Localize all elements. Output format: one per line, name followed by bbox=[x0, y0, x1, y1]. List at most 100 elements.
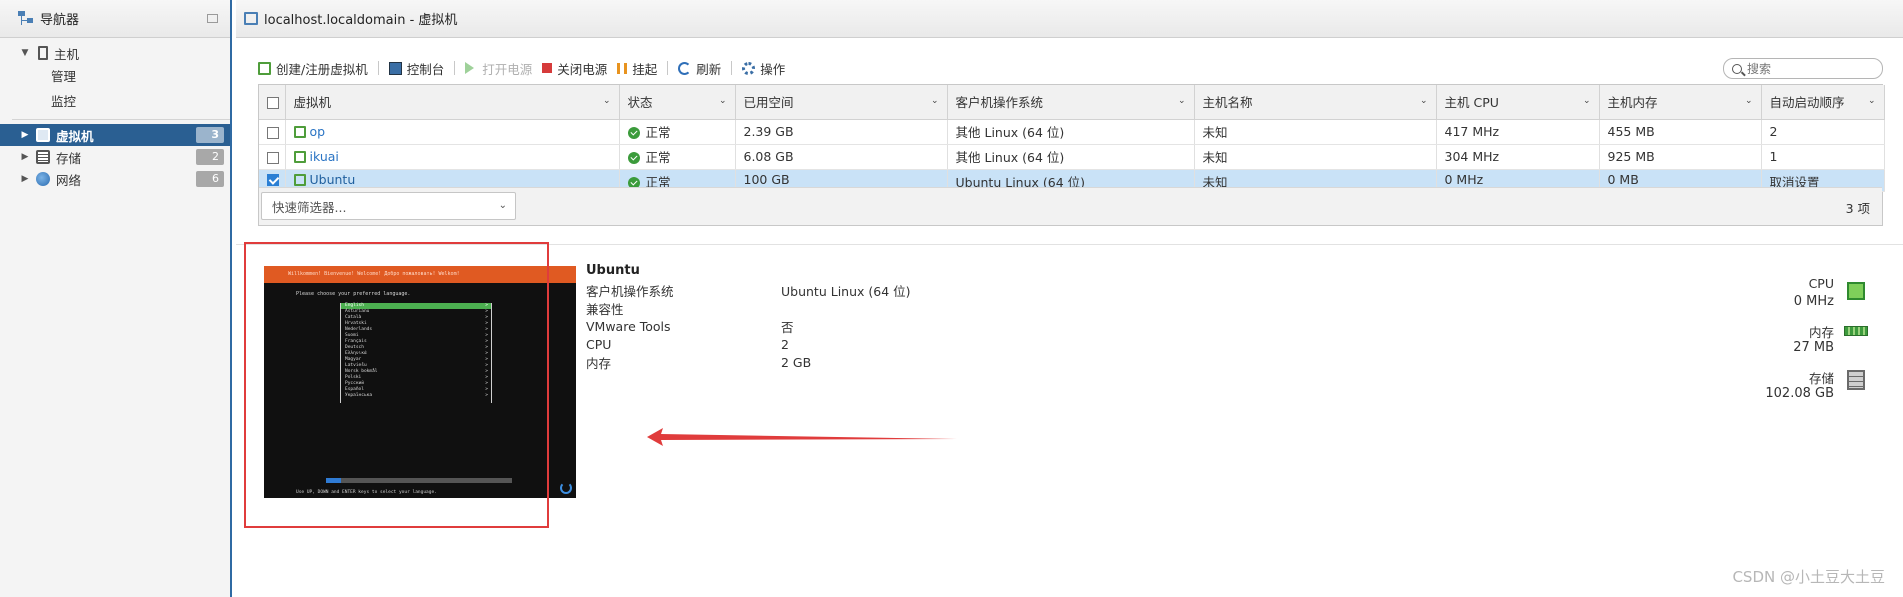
column-header[interactable]: 客户机操作系统 ⌄ bbox=[947, 85, 1195, 120]
play-icon bbox=[465, 62, 475, 74]
expand-right-icon[interactable]: ▶ bbox=[20, 152, 30, 162]
memory-module-icon bbox=[1844, 326, 1868, 336]
quick-filter-label: 快速筛选器... bbox=[272, 199, 347, 215]
detail-key: CPU bbox=[586, 336, 612, 352]
console-button[interactable]: 控制台 bbox=[388, 59, 455, 78]
create-vm-icon bbox=[258, 61, 271, 75]
expand-down-icon[interactable]: ▼ bbox=[20, 48, 30, 58]
console-label: 控制台 bbox=[406, 61, 445, 77]
pause-icon bbox=[617, 62, 628, 74]
table-row[interactable]: op 正常 2.39 GB 其他 Linux (64 位) 未知 417 MHz… bbox=[259, 119, 1885, 145]
chevron-down-icon[interactable]: ⌄ bbox=[1178, 96, 1186, 106]
detail-row: 兼容性 bbox=[586, 299, 911, 317]
mem-cell: 455 MB bbox=[1599, 119, 1762, 145]
create-vm-button[interactable]: 创建/注册虚拟机 bbox=[258, 59, 378, 78]
chevron-down-icon[interactable]: ⌄ bbox=[1583, 96, 1591, 106]
detail-value: 否 bbox=[781, 319, 794, 335]
column-header[interactable]: 主机内存 ⌄ bbox=[1599, 85, 1762, 120]
collapse-icon[interactable] bbox=[207, 14, 218, 23]
storage-stat: 存储 102.08 GB bbox=[1684, 368, 1884, 408]
tree-item-network[interactable]: ▶ 网络 6 bbox=[0, 168, 230, 190]
tree-item-storage[interactable]: ▶ 存储 2 bbox=[0, 146, 230, 168]
detail-value: 2 GB bbox=[781, 354, 812, 370]
search-box[interactable] bbox=[1723, 58, 1883, 79]
cpu-cell: 417 MHz bbox=[1436, 119, 1600, 145]
tree-item-vms[interactable]: ▶ 虚拟机 3 bbox=[0, 124, 230, 146]
navigator-icon bbox=[18, 10, 34, 27]
highlight-box bbox=[244, 242, 549, 528]
select-all-cell[interactable] bbox=[259, 85, 286, 120]
column-header[interactable]: 主机名称 ⌄ bbox=[1194, 85, 1437, 120]
toolbar-separator bbox=[377, 61, 379, 75]
vm-name-link[interactable]: op bbox=[310, 124, 326, 139]
power-off-button[interactable]: 关闭电源 bbox=[542, 59, 617, 78]
actions-button[interactable]: 操作 bbox=[742, 59, 795, 78]
vm-name-cell[interactable]: op bbox=[285, 119, 620, 145]
column-header[interactable]: 主机 CPU ⌄ bbox=[1436, 85, 1600, 120]
search-input[interactable] bbox=[1747, 61, 1867, 76]
table-row[interactable]: ikuai 正常 6.08 GB 其他 Linux (64 位) 未知 304 … bbox=[259, 144, 1885, 170]
vm-icon bbox=[293, 126, 306, 138]
storage-drive-icon bbox=[1847, 370, 1865, 390]
cpu-cell: 304 MHz bbox=[1436, 144, 1600, 170]
select-all-checkbox[interactable] bbox=[267, 96, 279, 109]
status-cell: 正常 bbox=[619, 119, 736, 145]
row-select-cell[interactable] bbox=[259, 119, 286, 145]
expand-right-icon[interactable]: ▶ bbox=[20, 130, 30, 140]
tree-item-vms-label: 虚拟机 bbox=[56, 128, 94, 144]
cpu-stat-label: CPU bbox=[1808, 276, 1834, 291]
vm-name-link[interactable]: ikuai bbox=[310, 149, 339, 164]
refresh-button[interactable]: 刷新 bbox=[678, 59, 731, 78]
memory-stat-value: 27 MB bbox=[1793, 340, 1834, 355]
chevron-down-icon[interactable]: ⌄ bbox=[931, 96, 939, 106]
chevron-down-icon[interactable]: ⌄ bbox=[1868, 96, 1876, 106]
refresh-icon[interactable] bbox=[560, 482, 572, 494]
row-checkbox[interactable] bbox=[267, 126, 279, 139]
expand-right-icon[interactable]: ▶ bbox=[20, 174, 30, 184]
vm-name-link[interactable]: Ubuntu bbox=[310, 172, 356, 187]
tree-item-monitor[interactable]: 监控 bbox=[0, 89, 230, 111]
network-icon bbox=[36, 172, 50, 186]
tree-item-host[interactable]: ▼ 主机 bbox=[0, 42, 230, 64]
space-cell: 6.08 GB bbox=[735, 144, 948, 170]
tree-item-monitor-label: 监控 bbox=[51, 93, 77, 109]
toolbar-separator bbox=[731, 61, 733, 75]
chevron-down-icon[interactable]: ⌄ bbox=[719, 96, 727, 106]
column-header[interactable]: 状态 ⌄ bbox=[619, 85, 736, 120]
status-text: 正常 bbox=[645, 125, 671, 140]
detail-key: 内存 bbox=[586, 355, 612, 371]
arrow-shape bbox=[647, 428, 957, 446]
toolbar: 创建/注册虚拟机 控制台 打开电源 关闭电源 挂起 刷新 操作 bbox=[258, 58, 795, 78]
stop-icon bbox=[542, 63, 553, 73]
row-checkbox-checked[interactable] bbox=[267, 174, 279, 186]
chevron-down-icon[interactable]: ⌄ bbox=[1745, 96, 1753, 106]
host-icon bbox=[38, 46, 48, 60]
suspend-button[interactable]: 挂起 bbox=[617, 59, 667, 78]
vm-details-title: Ubuntu bbox=[586, 263, 640, 278]
page-title: localhost.localdomain - 虚拟机 bbox=[264, 13, 458, 28]
tree-item-manage-label: 管理 bbox=[51, 68, 77, 84]
quick-filter-dropdown[interactable]: 快速筛选器... ⌄ bbox=[261, 192, 516, 220]
suspend-label: 挂起 bbox=[632, 61, 658, 77]
column-header[interactable]: 已用空间 ⌄ bbox=[735, 85, 948, 120]
power-on-button[interactable]: 打开电源 bbox=[465, 59, 542, 78]
vm-name-cell[interactable]: ikuai bbox=[285, 144, 620, 170]
main-panel: localhost.localdomain - 虚拟机 创建/注册虚拟机 控制台… bbox=[236, 0, 1903, 597]
chevron-down-icon[interactable]: ⌄ bbox=[603, 96, 611, 106]
storage-icon bbox=[36, 150, 50, 164]
navigator-panel: 导航器 ▼ 主机 管理 监控 ▶ 虚拟机 3 ▶ 存储 2 ▶ 网络 6 bbox=[0, 0, 232, 597]
tree-item-manage[interactable]: 管理 bbox=[0, 64, 230, 86]
host-cell: 未知 bbox=[1194, 119, 1437, 145]
table-header-row: 虚拟机 ⌄ 状态 ⌄ 已用空间 ⌄ 客户机操作系统 ⌄ 主机名称 ⌄ 主机 CPU ⌄ 主机… bbox=[259, 85, 1885, 120]
status-text: 正常 bbox=[645, 150, 671, 165]
row-select-cell[interactable] bbox=[259, 144, 286, 170]
memory-stat: 内存 27 MB bbox=[1684, 322, 1884, 362]
memory-stat-label: 内存 bbox=[1808, 325, 1834, 340]
cpu-stat: CPU 0 MHz bbox=[1684, 276, 1884, 316]
storage-stat-value: 102.08 GB bbox=[1765, 386, 1834, 401]
row-checkbox[interactable] bbox=[267, 151, 279, 164]
column-header[interactable]: 自动启动顺序 ⌄ bbox=[1761, 85, 1885, 120]
chevron-down-icon[interactable]: ⌄ bbox=[1420, 96, 1428, 106]
detail-key: 兼容性 bbox=[586, 301, 624, 317]
column-header[interactable]: 虚拟机 ⌄ bbox=[285, 85, 620, 120]
